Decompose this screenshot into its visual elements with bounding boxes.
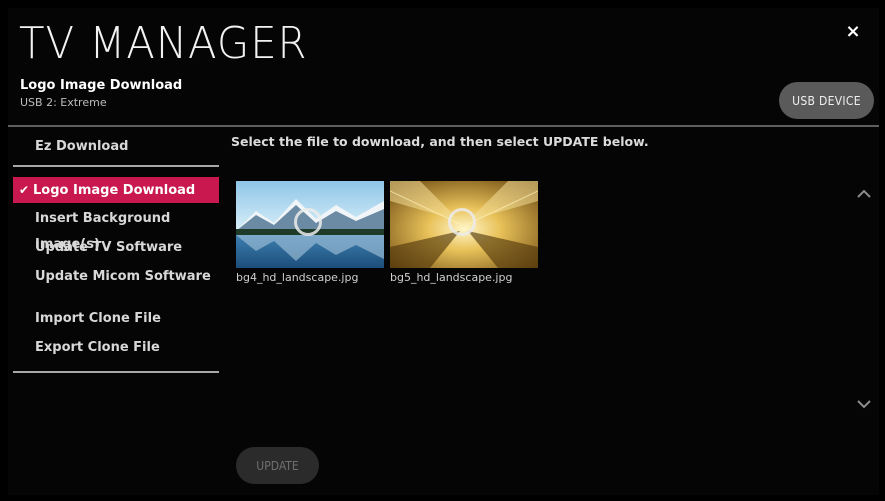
- file-item-bg4[interactable]: bg4_hd_landscape.jpg: [236, 181, 384, 284]
- instruction-text: Select the file to download, and then se…: [231, 134, 649, 149]
- thumbnail-preview-icon: [448, 208, 476, 236]
- thumbnail-preview-icon: [294, 208, 322, 236]
- sidebar-item-update-micom-software[interactable]: Update Micom Software: [13, 264, 219, 290]
- sidebar-item-export-clone-file[interactable]: Export Clone File: [13, 335, 219, 361]
- scroll-up-icon[interactable]: [856, 188, 872, 200]
- file-item-bg5[interactable]: bg5_hd_landscape.jpg: [390, 181, 538, 284]
- close-icon[interactable]: ×: [843, 22, 863, 42]
- sidebar-item-insert-background-images[interactable]: Insert Background Image(s): [13, 206, 219, 252]
- sidebar-item-label: Logo Image Download: [33, 183, 196, 198]
- tv-manager-screen: TV MANAGER Logo Image Download USB 2: Ex…: [8, 8, 879, 495]
- sidebar-divider: [13, 371, 219, 373]
- usb-device-button[interactable]: USB DEVICE: [779, 82, 874, 119]
- file-thumbnail[interactable]: [236, 181, 384, 268]
- chevron-down-icon: [857, 400, 871, 409]
- sidebar-item-label: Import Clone File: [35, 311, 161, 326]
- header-divider: [8, 125, 879, 127]
- chevron-up-icon: [857, 189, 871, 198]
- sidebar-item-ez-download[interactable]: Ez Download: [13, 134, 219, 160]
- sidebar-item-label: Update Micom Software: [35, 269, 211, 284]
- sidebar-item-import-clone-file[interactable]: Import Clone File: [13, 306, 219, 332]
- update-button[interactable]: UPDATE: [236, 447, 319, 484]
- usb-source-label: USB 2: Extreme: [20, 96, 107, 109]
- file-name: bg5_hd_landscape.jpg: [390, 271, 513, 284]
- sidebar-item-logo-image-download[interactable]: ✔ Logo Image Download: [13, 177, 219, 203]
- sidebar-item-update-tv-software[interactable]: Update TV Software: [13, 235, 219, 261]
- scroll-down-icon[interactable]: [856, 398, 872, 410]
- page-title: Logo Image Download: [20, 78, 183, 93]
- file-name: bg4_hd_landscape.jpg: [236, 271, 359, 284]
- file-thumbnail[interactable]: [390, 181, 538, 268]
- sidebar-item-label: Ez Download: [35, 139, 129, 154]
- checkmark-icon: ✔: [19, 183, 30, 197]
- sidebar-item-label: Export Clone File: [35, 340, 160, 355]
- sidebar-item-label: Update TV Software: [35, 240, 183, 255]
- sidebar-divider: [13, 165, 219, 167]
- app-title: TV MANAGER: [19, 18, 308, 69]
